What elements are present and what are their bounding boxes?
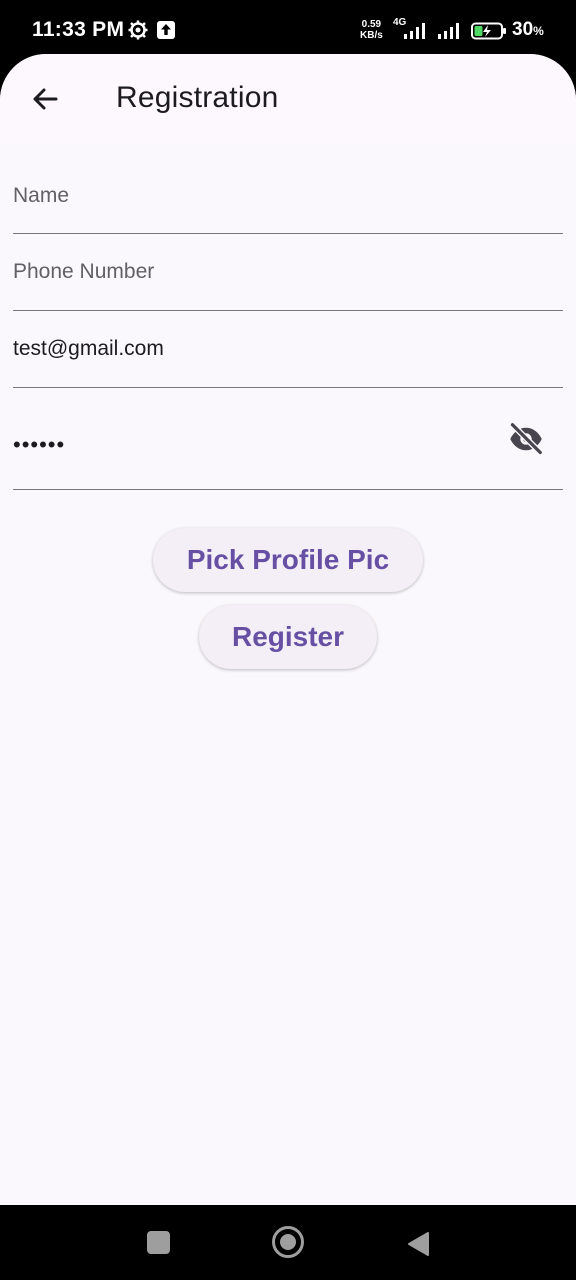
email-field-value: test@gmail.com <box>13 337 164 360</box>
network-speed: 0.59 KB/s <box>360 19 383 41</box>
signal-strength-icon <box>438 23 459 39</box>
visibility-off-icon <box>510 422 543 455</box>
nav-back-button[interactable] <box>406 1231 430 1257</box>
phone-number-field[interactable]: Phone Number <box>13 234 563 311</box>
battery-charging-icon <box>471 22 506 40</box>
status-time: 11:33 PM <box>32 18 125 41</box>
home-button[interactable] <box>272 1226 304 1258</box>
network-speed-unit: KB/s <box>360 30 383 41</box>
password-field-value: •••••• <box>13 432 66 457</box>
signal-strength-icon <box>404 23 425 39</box>
password-field[interactable]: •••••• <box>13 388 563 490</box>
register-button[interactable]: Register <box>199 605 377 669</box>
upload-notification-icon <box>157 21 175 39</box>
pick-profile-pic-button[interactable]: Pick Profile Pic <box>153 528 423 592</box>
arrow-back-icon <box>33 88 58 110</box>
battery-percent-value: 30 <box>512 19 534 40</box>
email-field[interactable]: test@gmail.com <box>13 311 563 388</box>
page-title: Registration <box>116 81 279 114</box>
settings-gear-icon <box>128 20 148 40</box>
network-speed-value: 0.59 <box>361 19 382 30</box>
battery-percent-sign: % <box>533 24 544 38</box>
system-navigation-bar <box>0 1205 576 1280</box>
registration-screen: Registration Name Phone Number test@gmai… <box>0 54 576 1205</box>
battery-percent: 30% <box>512 19 544 41</box>
app-bar: Registration <box>0 54 576 144</box>
status-bar: 11:33 PM 0.59 KB/s 4G 30% <box>0 0 576 56</box>
phone-number-placeholder: Phone Number <box>13 260 155 283</box>
name-field[interactable]: Name <box>13 144 563 234</box>
recents-button[interactable] <box>147 1231 170 1254</box>
password-visibility-toggle[interactable] <box>507 420 545 458</box>
name-field-placeholder: Name <box>13 184 70 207</box>
back-button[interactable] <box>22 76 68 122</box>
